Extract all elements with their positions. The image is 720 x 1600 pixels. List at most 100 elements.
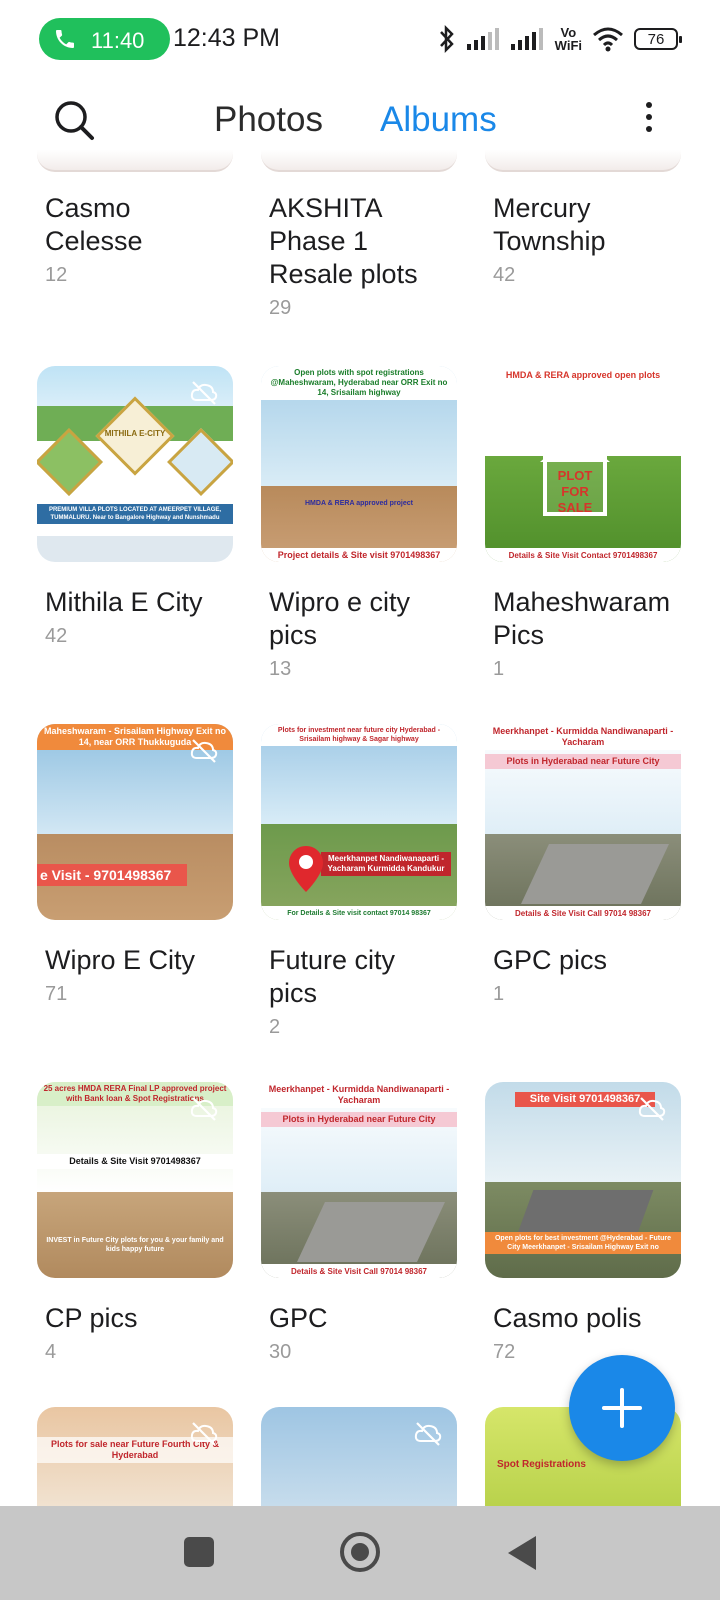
album-count: 1 <box>493 983 505 1005</box>
album-name: Maheshwaram Pics <box>493 587 671 650</box>
album-count: 12 <box>45 264 68 286</box>
album-count: 42 <box>493 264 516 286</box>
album-thumbnail: Site Visit 9701498367 Open plots for bes… <box>485 1082 681 1278</box>
album-count: 29 <box>269 297 292 319</box>
album-name: AKSHITA Phase 1 Resale plots <box>269 193 418 289</box>
album-item-mithila-e-city[interactable]: MITHILA E-CITY PREMIUM VILLA PLOTS LOCAT… <box>37 366 233 648</box>
ongoing-call-pill[interactable]: 11:40 <box>39 18 170 60</box>
album-thumbnail: Open plots with spot registrations @Mahe… <box>261 366 457 562</box>
album-name: Mithila E City <box>45 587 203 617</box>
album-item-partial[interactable] <box>261 1407 457 1506</box>
thumb-mid-text: Plots in Hyderabad near Future City <box>485 754 681 769</box>
battery-indicator: 76 <box>634 28 682 50</box>
thumb-footer-text: INVEST in Future City plots for you & yo… <box>46 1237 224 1253</box>
bluetooth-icon <box>439 24 454 54</box>
album-item-wipro-e-city-pics[interactable]: Open plots with spot registrations @Mahe… <box>261 366 457 681</box>
phone-icon <box>56 30 74 48</box>
album-count: 42 <box>45 625 68 647</box>
thumb-mid-text: HMDA & RERA approved project <box>305 500 413 507</box>
album-thumbnail: HMDA & RERA approved open plots PLOT FOR… <box>485 366 681 562</box>
album-name: Casmo polis <box>493 1303 642 1333</box>
signal-icon <box>510 28 543 50</box>
album-thumbnail: Meerkhanpet - Kurmidda Nandiwanaparti - … <box>485 724 681 920</box>
cloud-off-icon <box>190 1422 218 1446</box>
home-button[interactable] <box>340 1532 380 1572</box>
album-thumbnail: MITHILA E-CITY PREMIUM VILLA PLOTS LOCAT… <box>37 366 233 562</box>
more-vert-icon[interactable] <box>640 102 658 138</box>
battery-level: 76 <box>647 30 665 48</box>
album-item-future-city-pics[interactable]: Plots for investment near future city Hy… <box>261 724 457 1039</box>
thumb-banner-text: Spot Registrations <box>497 1459 586 1470</box>
thumb-footer-text: Details & Site Visit Call 97014 98367 <box>261 1264 457 1278</box>
album-item-casmo-celesse[interactable]: Casmo Celesse 12 <box>37 168 243 287</box>
album-name: Mercury Township <box>493 193 606 256</box>
status-bar: 11:40 12:43 PM Vo WiFi 76 <box>0 0 720 78</box>
album-count: 1 <box>493 658 505 680</box>
album-item-partial[interactable]: Plots for sale near Future Fourth City &… <box>37 1407 233 1506</box>
cloud-off-icon <box>190 739 218 763</box>
vowifi-indicator: Vo WiFi <box>555 26 582 52</box>
album-item-akshita[interactable]: AKSHITA Phase 1 Resale plots 29 <box>261 168 467 320</box>
app-header: Photos Albums <box>0 80 720 160</box>
thumb-footer-text: Details & Site Visit Call 97014 98367 <box>485 906 681 920</box>
album-thumbnail: 25 acres HMDA RERA Final LP approved pro… <box>37 1082 233 1278</box>
thumb-banner-text: Meerkhanpet - Kurmidda Nandiwanaparti - … <box>485 724 681 750</box>
cloud-off-icon <box>190 381 218 405</box>
status-icons: Vo WiFi 76 <box>437 20 682 58</box>
album-thumbnail: Plots for sale near Future Fourth City &… <box>37 1407 233 1506</box>
album-name: Wipro e city pics <box>269 587 411 650</box>
thumb-banner-text: PREMIUM VILLA PLOTS LOCATED AT AMEERPET … <box>37 504 233 524</box>
thumb-mid-text: Details & Site Visit 9701498367 <box>37 1154 233 1169</box>
thumb-footer-text: For Details & Site visit contact 97014 9… <box>261 906 457 920</box>
album-count: 2 <box>269 1016 281 1038</box>
album-item-maheshwaram-pics[interactable]: HMDA & RERA approved open plots PLOT FOR… <box>485 366 681 681</box>
thumb-banner-text: Open plots with spot registrations @Mahe… <box>261 366 457 400</box>
album-thumbnail <box>261 1407 457 1506</box>
thumb-footer-text: Details & Site Visit Contact 9701498367 <box>485 548 681 562</box>
album-name: Future city pics <box>269 945 396 1008</box>
thumb-banner-text: Meerkhanpet - Kurmidda Nandiwanaparti - … <box>261 1082 457 1108</box>
album-item-cp-pics[interactable]: 25 acres HMDA RERA Final LP approved pro… <box>37 1082 233 1364</box>
cloud-off-icon <box>638 1097 666 1121</box>
thumb-mid-text: Plots in Hyderabad near Future City <box>261 1112 457 1127</box>
location-pin-icon <box>289 846 323 892</box>
album-name: Wipro E City <box>45 945 196 975</box>
add-album-button[interactable] <box>569 1355 675 1461</box>
wifi-icon <box>593 27 623 52</box>
album-name: GPC <box>269 1303 328 1333</box>
album-count: 30 <box>269 1341 292 1363</box>
album-thumbnail: Plots for investment near future city Hy… <box>261 724 457 920</box>
call-duration: 11:40 <box>91 28 145 53</box>
album-thumbnail: Meerkhanpet - Kurmidda Nandiwanaparti - … <box>261 1082 457 1278</box>
album-name: CP pics <box>45 1303 138 1333</box>
album-count: 4 <box>45 1341 57 1363</box>
thumb-banner-text: Site Visit 9701498367 <box>515 1092 655 1107</box>
thumb-footer-text: Open plots for best investment @Hyderaba… <box>485 1232 681 1254</box>
album-thumbnail: Maheshwaram - Srisailam Highway Exit no … <box>37 724 233 920</box>
album-count: 13 <box>269 658 292 680</box>
system-nav-bar <box>0 1506 720 1600</box>
thumb-footer-text: Project details & Site visit 9701498367 <box>261 548 457 562</box>
album-count: 71 <box>45 983 68 1005</box>
album-item-wipro-e-city[interactable]: Maheshwaram - Srisailam Highway Exit no … <box>37 724 233 1006</box>
album-item-gpc[interactable]: Meerkhanpet - Kurmidda Nandiwanaparti - … <box>261 1082 457 1364</box>
album-item-mercury-township[interactable]: Mercury Township 42 <box>485 168 691 287</box>
album-name: Casmo Celesse <box>45 193 143 256</box>
thumb-plot-sign: PLOT FOR SALE <box>557 468 593 515</box>
cloud-off-icon <box>414 1422 442 1446</box>
thumb-banner-text: Plots for investment near future city Hy… <box>261 724 457 746</box>
vowifi-bottom: WiFi <box>554 38 582 53</box>
cloud-off-icon <box>190 1097 218 1121</box>
tab-photos[interactable]: Photos <box>214 100 323 140</box>
signal-icon <box>466 28 499 50</box>
clock: 12:43 PM <box>173 24 281 52</box>
album-item-gpc-pics[interactable]: Meerkhanpet - Kurmidda Nandiwanaparti - … <box>485 724 681 1006</box>
album-count: 72 <box>493 1341 516 1363</box>
back-button[interactable] <box>508 1536 536 1570</box>
tab-albums[interactable]: Albums <box>380 100 497 140</box>
search-icon[interactable] <box>52 98 96 142</box>
thumb-footer-text: e Visit - 9701498367 <box>37 864 187 886</box>
recents-button[interactable] <box>184 1537 214 1567</box>
thumb-banner-text: HMDA & RERA approved open plots <box>505 370 661 380</box>
album-item-casmo-polis[interactable]: Site Visit 9701498367 Open plots for bes… <box>485 1082 681 1364</box>
